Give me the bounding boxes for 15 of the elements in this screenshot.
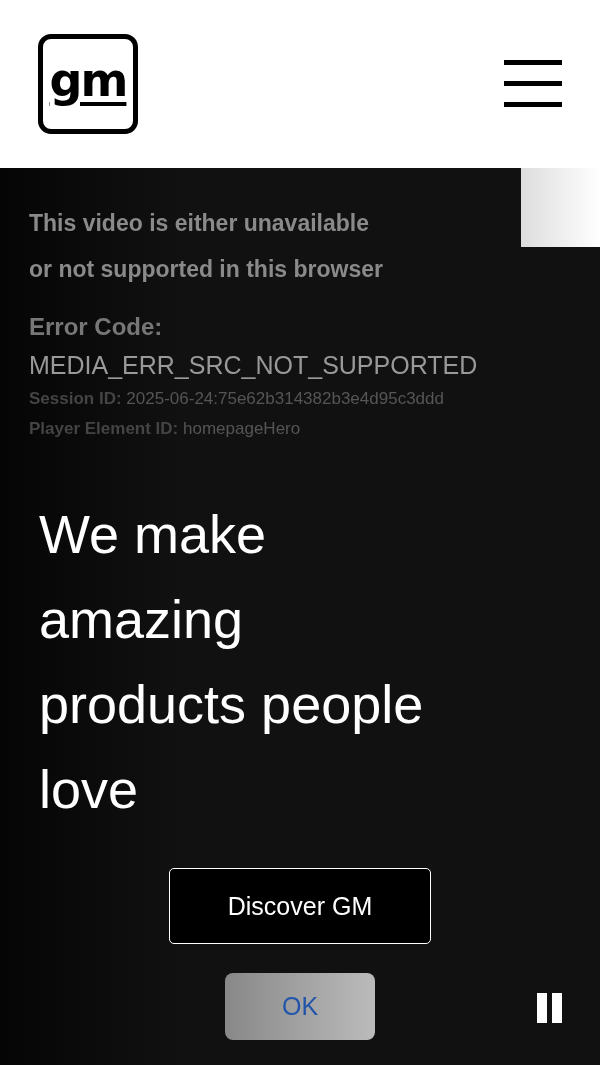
headline: products people xyxy=(39,673,424,736)
menu-icon[interactable] xyxy=(504,60,562,108)
detail-label: Session ID: xyxy=(29,389,122,408)
error-code: MEDIA_ERR_SRC_NOT_SUPPORTED xyxy=(29,350,479,381)
detail-value: homepageHero xyxy=(183,419,301,438)
error-code-label: Error Code: xyxy=(29,312,164,342)
logo-icon[interactable]: gm xyxy=(38,34,138,134)
headline: We make xyxy=(39,503,267,566)
headline: love xyxy=(39,758,139,821)
discover-button[interactable]: Discover GM xyxy=(169,868,431,944)
pause-icon[interactable] xyxy=(537,993,563,1023)
error-message: This video is either unavailable xyxy=(29,209,370,238)
error-message: or not supported in this browser xyxy=(29,255,384,284)
headline: amazing xyxy=(39,588,244,651)
detail-value: 2025-06-24:75e62b314382b3e4d95c3ddd xyxy=(126,389,444,408)
